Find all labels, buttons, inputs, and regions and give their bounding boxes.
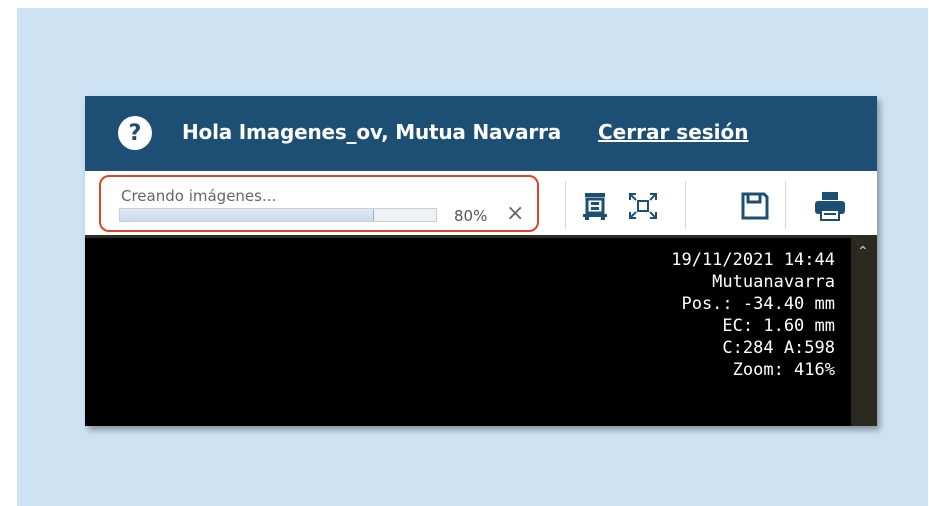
progress-panel: Creando imágenes... 80% × <box>99 175 539 232</box>
overlay-window: C:284 A:598 <box>722 338 835 358</box>
viewer-window: ? Hola Imagenes_ov, Mutua Navarra Cerrar… <box>85 96 877 426</box>
toolbar-separator <box>785 181 786 229</box>
image-overlay-info: 19/11/2021 14:44 Mutuanavarra Pos.: -34.… <box>671 249 835 381</box>
overlay-thickness: EC: 1.60 mm <box>722 316 835 336</box>
toolbar-separator <box>685 181 686 229</box>
vertical-scrollbar[interactable]: ⌃ <box>851 238 877 426</box>
print-icon[interactable] <box>810 187 850 225</box>
overlay-datetime: 19/11/2021 14:44 <box>671 250 835 270</box>
overlay-institution: Mutuanavarra <box>712 272 835 292</box>
progress-bar <box>119 208 437 222</box>
fit-to-screen-icon[interactable] <box>623 187 663 225</box>
image-viewport[interactable]: 19/11/2021 14:44 Mutuanavarra Pos.: -34.… <box>85 238 877 426</box>
toolbar-separator <box>565 181 566 229</box>
save-icon[interactable] <box>735 187 775 225</box>
scroll-up-icon[interactable]: ⌃ <box>857 244 869 260</box>
progress-label: Creando imágenes... <box>121 187 277 205</box>
crop-image-icon[interactable] <box>575 187 615 225</box>
progress-bar-fill <box>120 209 374 221</box>
greeting-text: Hola Imagenes_ov, Mutua Navarra <box>182 120 562 144</box>
top-bar: ? Hola Imagenes_ov, Mutua Navarra Cerrar… <box>85 96 877 171</box>
progress-percent: 80% <box>454 207 488 225</box>
overlay-zoom: Zoom: 416% <box>732 360 835 380</box>
logout-link[interactable]: Cerrar sesión <box>598 120 749 144</box>
help-icon[interactable]: ? <box>118 116 152 150</box>
cancel-icon[interactable]: × <box>506 201 524 226</box>
toolbar: Creando imágenes... 80% × <box>85 171 877 238</box>
overlay-position: Pos.: -34.40 mm <box>681 294 835 314</box>
